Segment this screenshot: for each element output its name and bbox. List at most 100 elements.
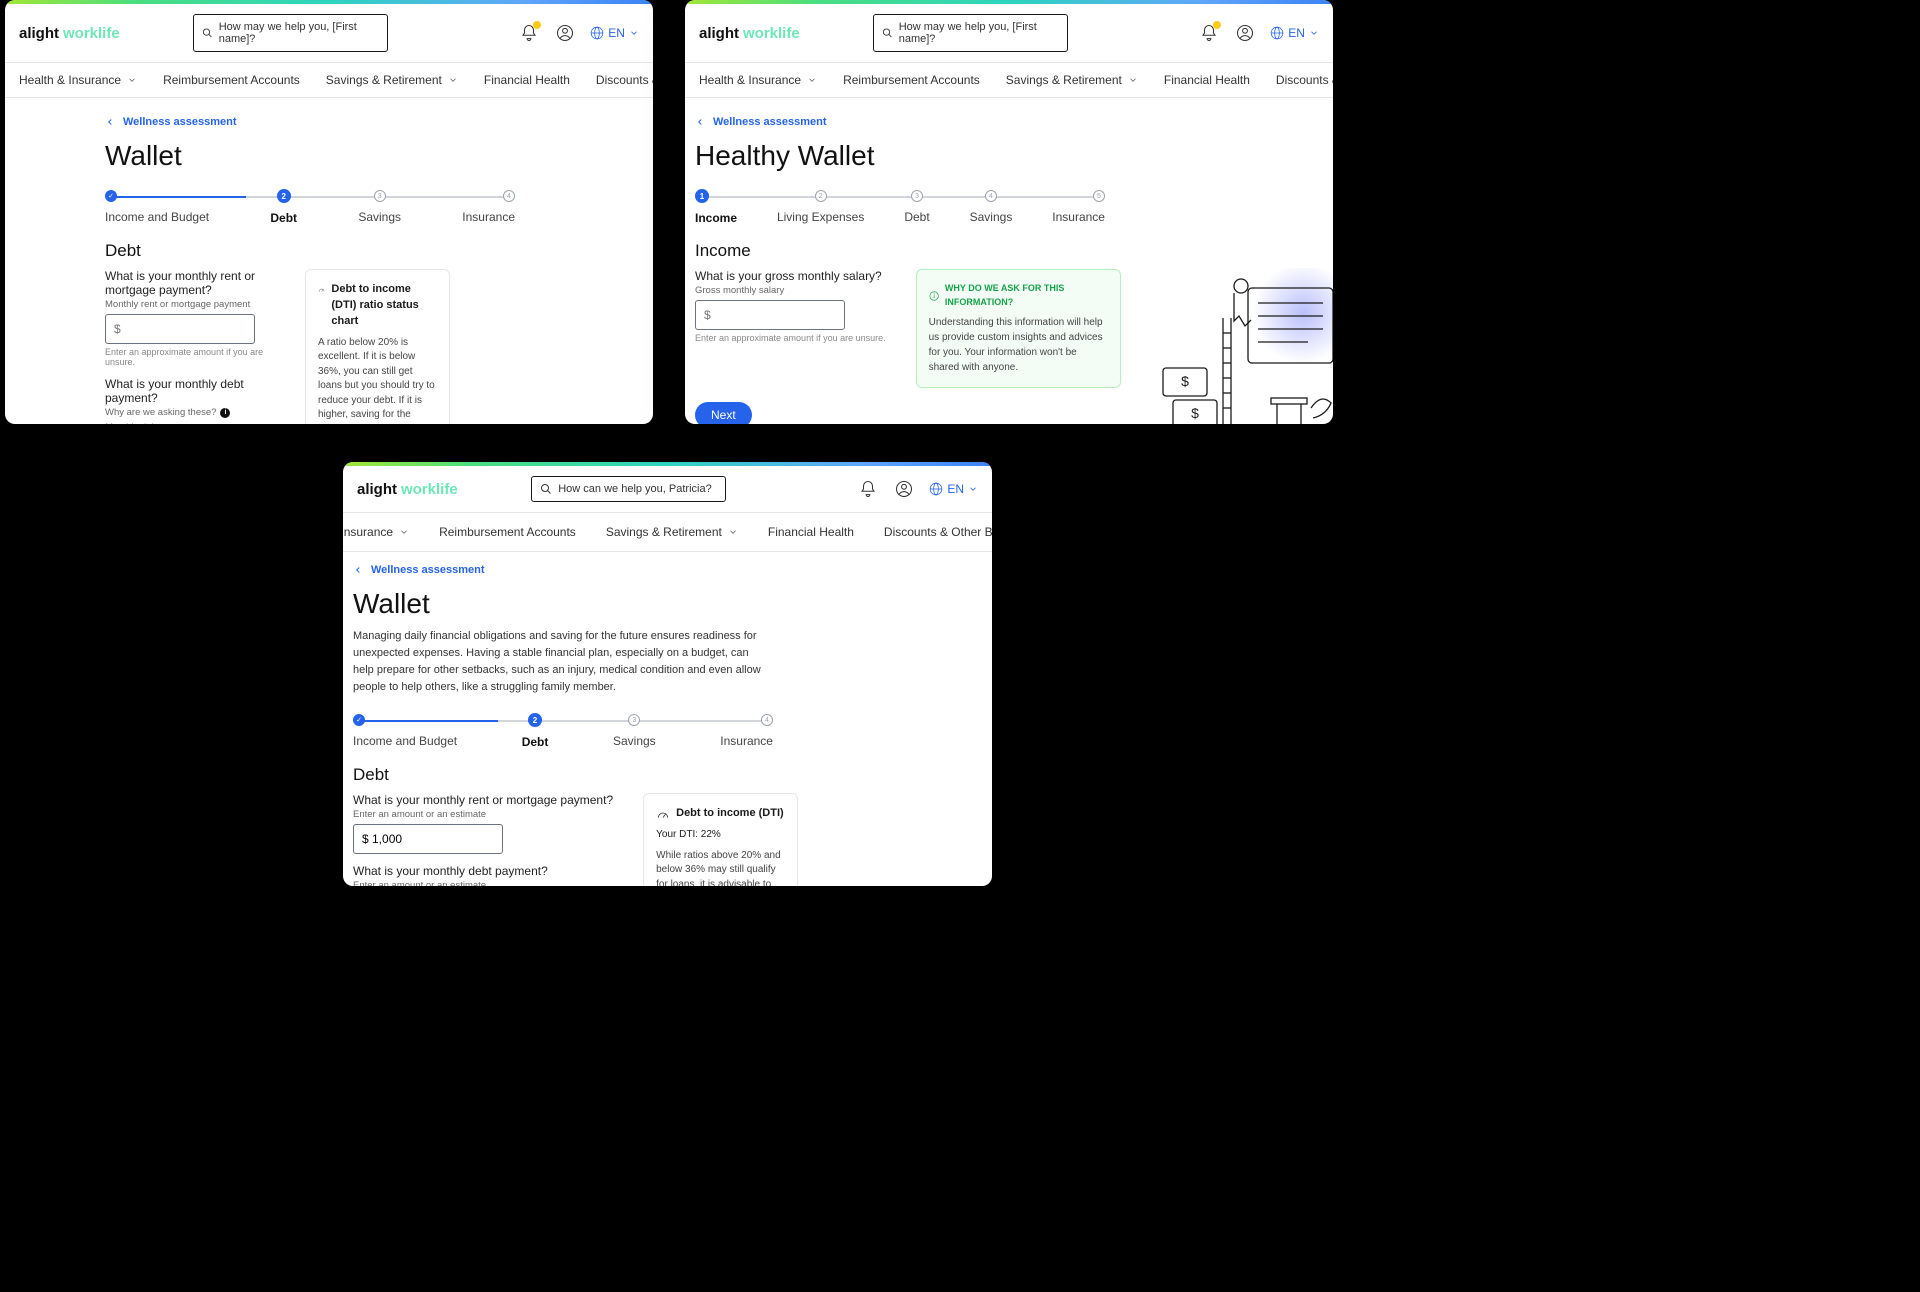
chevron-down-icon (728, 527, 738, 537)
question-rent: What is your monthly rent or mortgage pa… (105, 269, 275, 297)
rent-input[interactable] (105, 314, 255, 344)
svg-text:$: $ (1191, 405, 1199, 421)
nav-financial-health[interactable]: Financial Health (484, 73, 570, 87)
step-3-label: Savings (358, 210, 401, 224)
step-2-dot: 2 (815, 190, 827, 202)
next-button[interactable]: Next (695, 402, 752, 424)
logo[interactable]: alight worklife (699, 25, 800, 42)
logo[interactable]: alight worklife (19, 25, 120, 42)
logo-worklife: worklife (401, 481, 458, 498)
gauge-icon (318, 282, 325, 296)
nav-health-insurance[interactable]: Health & Insurance (343, 525, 409, 539)
step-2-label: Debt (522, 735, 549, 749)
step-5-dot: 5 (1093, 190, 1105, 202)
nav-financial-health[interactable]: Financial Health (768, 525, 854, 539)
logo-alight: alight (357, 481, 397, 498)
search-placeholder: How may we help you, [First name]? (899, 21, 1059, 45)
header: alight worklife How may we help you, [Fi… (5, 4, 653, 63)
nav-savings-retirement[interactable]: Savings & Retirement (606, 525, 738, 539)
step-2-dot: 2 (528, 713, 542, 727)
notifications-button[interactable] (518, 22, 540, 44)
back-link-label: Wellness assessment (123, 116, 237, 128)
nav-discounts[interactable]: Discounts & Other Benefits (1276, 73, 1333, 87)
nav-health-insurance[interactable]: Health & Insurance (699, 73, 817, 87)
nav-financial-health[interactable]: Financial Health (1164, 73, 1250, 87)
step-4-label: Insurance (462, 210, 515, 224)
primary-nav: Health & Insurance Reimbursement Account… (343, 513, 992, 552)
notifications-button[interactable] (857, 478, 879, 500)
profile-button[interactable] (893, 478, 915, 500)
search-input[interactable]: How can we help you, Patricia? (531, 476, 726, 502)
svg-text:$: $ (1181, 373, 1189, 389)
nav-reimbursement[interactable]: Reimbursement Accounts (163, 73, 300, 87)
question-debt: What is your monthly debt payment? (105, 377, 275, 405)
why-ask-card: WHY DO WE ASK FOR THIS INFORMATION? Unde… (916, 269, 1121, 388)
chevron-left-icon (105, 117, 115, 127)
section-title: Debt (353, 765, 892, 785)
step-4-dot: 4 (761, 714, 773, 726)
language-selector[interactable]: EN (1270, 26, 1319, 40)
primary-nav: Health & Insurance Reimbursement Account… (5, 63, 653, 98)
info-icon[interactable]: i (220, 408, 230, 418)
why-asking[interactable]: Why are we asking these? i (105, 407, 275, 418)
back-link[interactable]: Wellness assessment (695, 116, 1303, 128)
chevron-down-icon (968, 484, 978, 494)
helper-salary: Enter an approximate amount if you are u… (695, 333, 886, 343)
back-link[interactable]: Wellness assessment (353, 564, 892, 576)
language-selector[interactable]: EN (590, 26, 639, 40)
bell-icon (859, 480, 877, 498)
question-salary: What is your gross monthly salary? (695, 269, 886, 283)
step-4-dot: 4 (503, 190, 515, 202)
step-3-dot: 3 (911, 190, 923, 202)
search-input[interactable]: How may we help you, [First name]? (193, 14, 388, 52)
step-1-label: Income and Budget (105, 210, 209, 224)
step-4-label: Insurance (720, 734, 773, 748)
step-5-label: Insurance (1052, 210, 1105, 224)
profile-button[interactable] (1234, 22, 1256, 44)
logo-alight: alight (699, 25, 739, 42)
back-link-label: Wellness assessment (713, 116, 827, 128)
dti-chart-title: Debt to income (DTI) ratio status chart (331, 282, 437, 330)
step-4-label: Savings (970, 210, 1013, 224)
progress-stepper: ✓Income and Budget 2Debt 3Savings 4Insur… (105, 190, 515, 225)
sublabel-salary: Gross monthly salary (695, 285, 886, 296)
language-selector[interactable]: EN (929, 482, 978, 496)
profile-button[interactable] (554, 22, 576, 44)
nav-reimbursement[interactable]: Reimbursement Accounts (439, 525, 576, 539)
nav-savings-retirement[interactable]: Savings & Retirement (1006, 73, 1138, 87)
logo[interactable]: alight worklife (357, 481, 458, 498)
header: alight worklife How may we help you, [Fi… (685, 4, 1333, 63)
step-1-label: Income (695, 211, 737, 225)
search-icon (540, 483, 552, 495)
salary-input[interactable] (695, 300, 845, 330)
intro-text: Managing daily financial obligations and… (353, 628, 763, 696)
dti-value: Your DTI: 22% (656, 828, 785, 843)
gauge-icon (656, 806, 670, 820)
progress-stepper: ✓Income and Budget 2Debt 3Savings 4Insur… (353, 714, 773, 749)
rent-input[interactable] (353, 824, 503, 854)
tip-title-text: WHY DO WE ASK FOR THIS INFORMATION? (945, 282, 1108, 309)
nav-savings-retirement[interactable]: Savings & Retirement (326, 73, 458, 87)
primary-nav: Health & Insurance Reimbursement Account… (685, 63, 1333, 98)
nav-health-insurance[interactable]: Health & Insurance (19, 73, 137, 87)
back-link[interactable]: Wellness assessment (105, 116, 553, 128)
globe-icon (929, 482, 943, 496)
dti-body: While ratios above 20% and below 36% may… (656, 849, 785, 886)
notification-dot (533, 21, 541, 29)
notifications-button[interactable] (1198, 22, 1220, 44)
illustration: $ $ (1153, 268, 1333, 424)
chevron-down-icon (448, 75, 458, 85)
chevron-left-icon (695, 117, 705, 127)
nav-discounts[interactable]: Discounts & Other Benefits (596, 73, 653, 87)
page-title: Healthy Wallet (695, 140, 1303, 172)
language-label: EN (947, 482, 964, 496)
question-rent: What is your monthly rent or mortgage pa… (353, 793, 613, 807)
page-title: Wallet (105, 140, 553, 172)
nav-discounts[interactable]: Discounts & Other Benefits (884, 525, 992, 539)
step-2-dot: 2 (277, 189, 291, 203)
search-input[interactable]: How may we help you, [First name]? (873, 14, 1068, 52)
info-circle-icon (929, 290, 939, 302)
step-2-label: Living Expenses (777, 210, 864, 224)
nav-reimbursement[interactable]: Reimbursement Accounts (843, 73, 980, 87)
question-debt: What is your monthly debt payment? (353, 864, 613, 878)
